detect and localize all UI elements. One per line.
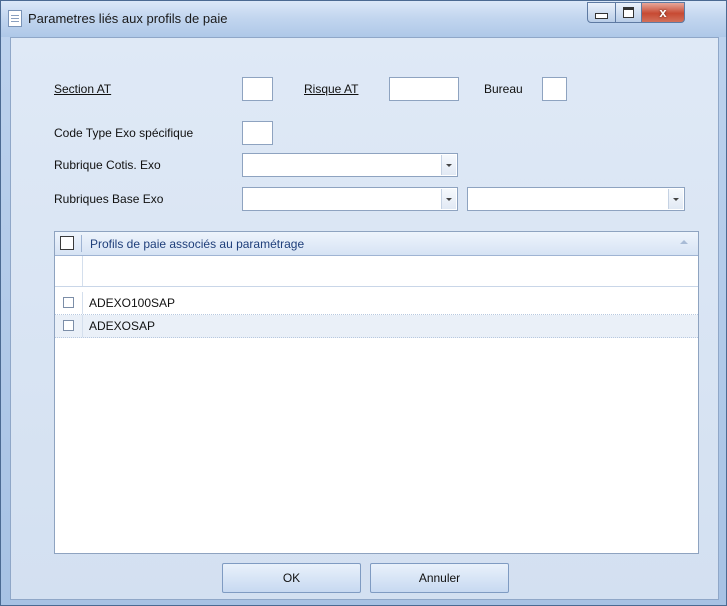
cancel-button[interactable]: Annuler [370, 563, 509, 593]
filter-separator [82, 256, 83, 286]
dialog-body: Section AT Risque AT Bureau Code Type Ex… [10, 37, 719, 600]
grid-filter-row[interactable] [55, 256, 698, 287]
ok-button[interactable]: OK [222, 563, 361, 593]
window-title: Parametres liés aux profils de paie [28, 11, 228, 26]
maximize-icon [623, 7, 634, 18]
code-type-exo-label: Code Type Exo spécifique [54, 126, 194, 140]
chevron-down-icon[interactable] [441, 189, 456, 209]
row-label: ADEXO100SAP [89, 296, 176, 310]
rubrique-cotis-exo-label: Rubrique Cotis. Exo [54, 158, 161, 172]
grid-header: Profils de paie associés au paramétrage [55, 232, 698, 256]
rubriques-base-exo-combo-1[interactable] [242, 187, 458, 211]
rubrique-cotis-exo-combo[interactable] [242, 153, 458, 177]
document-icon [8, 10, 22, 27]
sort-up-icon [680, 240, 688, 244]
risque-at-label[interactable]: Risque AT [304, 82, 358, 96]
minimize-icon [595, 12, 608, 19]
bureau-field[interactable] [542, 77, 567, 101]
row-separator [82, 292, 83, 314]
rubriques-base-exo-combo-2[interactable] [467, 187, 685, 211]
dialog-window: Parametres liés aux profils de paie x Se… [0, 0, 727, 606]
row-separator [82, 315, 83, 337]
close-button[interactable]: x [641, 2, 685, 23]
title-bar[interactable]: Parametres liés aux profils de paie x [1, 1, 726, 37]
section-at-field[interactable] [242, 77, 273, 101]
close-icon: x [659, 5, 667, 20]
minimize-button[interactable] [587, 2, 616, 23]
maximize-button[interactable] [615, 2, 642, 23]
select-all-checkbox[interactable] [60, 236, 74, 250]
header-separator [81, 235, 82, 252]
chevron-down-icon[interactable] [668, 189, 683, 209]
risque-at-field[interactable] [389, 77, 459, 101]
row-label: ADEXOSAP [89, 319, 156, 333]
rubriques-base-exo-label: Rubriques Base Exo [54, 192, 164, 206]
chevron-down-icon[interactable] [441, 155, 456, 175]
row-checkbox[interactable] [63, 297, 74, 308]
code-type-exo-field[interactable] [242, 121, 273, 145]
table-row[interactable]: ADEXO100SAP [55, 292, 698, 315]
table-row[interactable]: ADEXOSAP [55, 315, 698, 338]
column-header-profils[interactable]: Profils de paie associés au paramétrage [90, 237, 304, 251]
row-checkbox[interactable] [63, 320, 74, 331]
section-at-label[interactable]: Section AT [54, 82, 111, 96]
profiles-grid: Profils de paie associés au paramétrage … [54, 231, 699, 554]
bureau-label: Bureau [484, 82, 523, 96]
